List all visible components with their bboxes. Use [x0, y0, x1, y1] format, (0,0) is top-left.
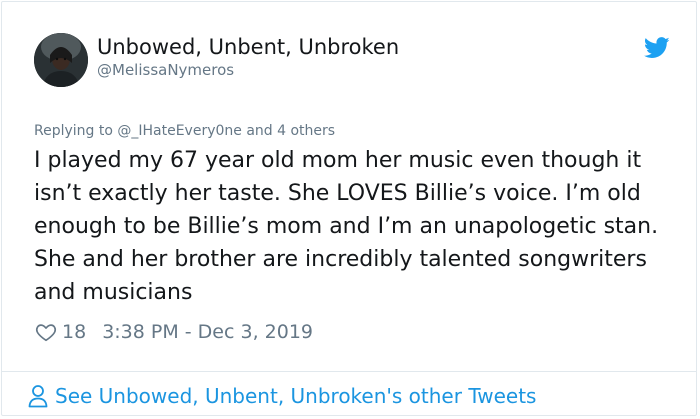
avatar-image: [34, 33, 88, 87]
twitter-bird-icon[interactable]: [644, 37, 670, 59]
tweet-timestamp[interactable]: 3:38 PM - Dec 3, 2019: [102, 321, 313, 343]
see-other-tweets-label[interactable]: See Unbowed, Unbent, Unbroken's other Tw…: [55, 384, 536, 408]
divider: [2, 371, 696, 372]
see-other-tweets-link[interactable]: See Unbowed, Unbent, Unbroken's other Tw…: [27, 382, 536, 410]
tweet-text: I played my 67 year old mom her music ev…: [34, 148, 659, 305]
like-count[interactable]: 18: [62, 321, 86, 343]
person-icon: [28, 385, 48, 408]
tweet-meta: 18 3:38 PM - Dec 3, 2019: [35, 319, 313, 345]
author-handle[interactable]: @MelissaNymeros: [97, 60, 234, 80]
author-display-name[interactable]: Unbowed, Unbent, Unbroken: [97, 34, 399, 60]
replying-to[interactable]: Replying to @_IHateEvery0ne and 4 others: [34, 121, 335, 141]
heart-icon[interactable]: [35, 321, 57, 343]
avatar[interactable]: [34, 33, 88, 87]
tweet-card: Unbowed, Unbent, Unbroken @MelissaNymero…: [1, 1, 697, 416]
